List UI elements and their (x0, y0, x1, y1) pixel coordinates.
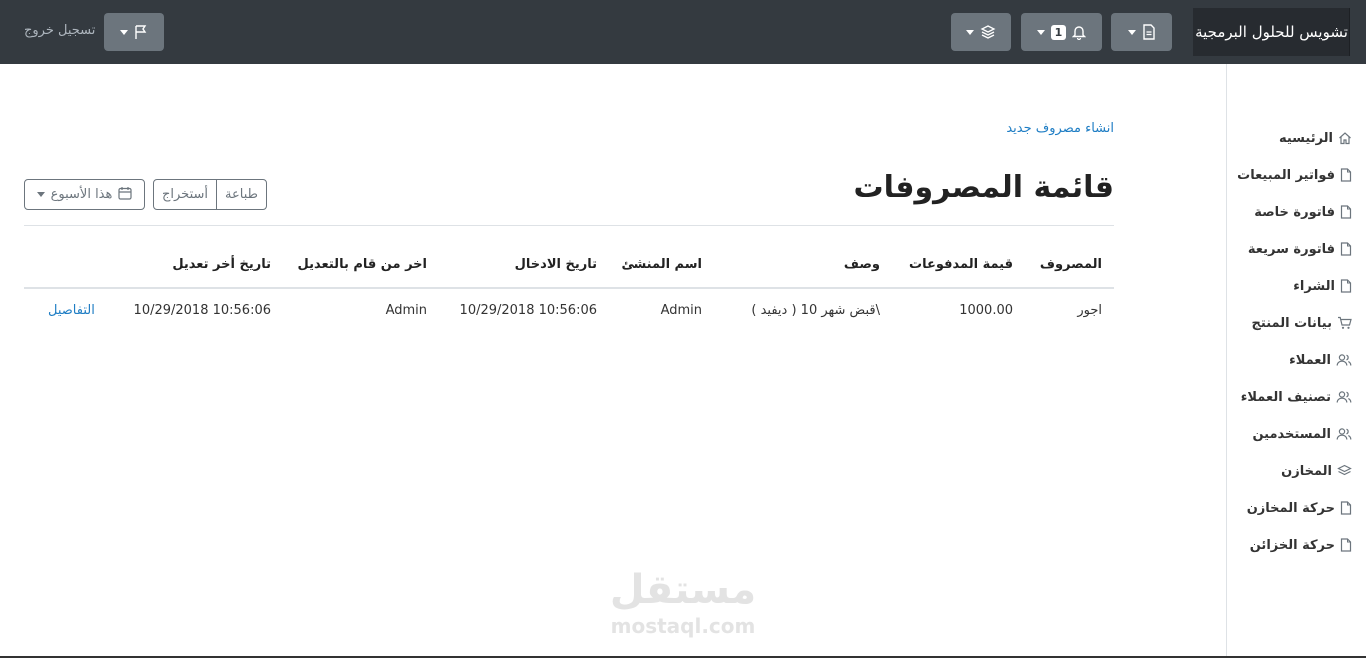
sidebar-item[interactable]: حركة الخزائن (1250, 535, 1352, 555)
sidebar-item[interactable]: تصنيف العملاء (1241, 387, 1352, 407)
sidebar-item-label: المخازن (1281, 463, 1332, 479)
sidebar-item-label: تصنيف العملاء (1240, 389, 1331, 405)
page-title: قائمة المصروفات (853, 170, 1114, 205)
documents-dropdown-button[interactable] (1111, 13, 1172, 51)
cell-creator: Admin (660, 303, 702, 318)
sidebar-item-label: فاتورة خاصة (1254, 204, 1335, 220)
sidebar-item[interactable]: المستخدمين (1252, 424, 1352, 444)
date-range-label: هذا الأسبوع (50, 187, 113, 202)
brand-name[interactable]: تشويس للحلول البرمجية (1193, 8, 1350, 56)
details-link[interactable]: التفاصيل (48, 303, 95, 318)
notifications-dropdown-button[interactable]: 1 (1021, 13, 1102, 51)
header-last-edit-date: تاريخ أخر تعديل (172, 257, 271, 272)
print-button[interactable]: طباعة (216, 180, 266, 209)
notification-count-badge: 1 (1050, 24, 1067, 40)
chevron-down-icon (1127, 29, 1136, 35)
sidebar-item[interactable]: بيانات المنتج (1252, 313, 1352, 333)
cell-description: قبض شهر 10 ( ديفيد )\ (751, 303, 880, 318)
cart-icon (1337, 316, 1352, 330)
header-description: وصف (843, 257, 880, 272)
chevron-down-icon (120, 29, 128, 35)
sidebar-item-label: حركة الخزائن (1249, 537, 1335, 553)
cell-last-edit-date: 10/29/2018 10:56:06 (133, 303, 271, 318)
layers-icon (980, 24, 996, 40)
cell-entry-date: 10/29/2018 10:56:06 (459, 303, 597, 318)
top-navbar: تشويس للحلول البرمجية 1 تسجيل خروج (0, 0, 1366, 64)
table-header-divider (24, 287, 1114, 289)
home-icon (1338, 131, 1352, 145)
chevron-down-icon (1036, 29, 1045, 35)
file-icon (1340, 538, 1352, 552)
sidebar-item[interactable]: العملاء (1289, 350, 1352, 370)
calendar-icon (118, 186, 132, 204)
sidebar-item-label: فواتير المبيعات (1237, 167, 1335, 183)
file-icon (1340, 242, 1352, 256)
chevron-down-icon (966, 29, 974, 35)
sidebar-item-label: العملاء (1289, 352, 1331, 368)
sidebar: الرئيسيه فواتير المبيعات فاتورة خاصة فاتورة… (1226, 64, 1366, 658)
sidebar-item-label: المستخدمين (1252, 426, 1331, 442)
header-last-editor: اخر من قام بالتعديل (297, 257, 427, 272)
file-icon (1340, 168, 1352, 182)
sidebar-item[interactable]: حركة المخازن (1247, 498, 1352, 518)
sidebar-item-label: بيانات المنتج (1251, 315, 1332, 331)
export-button[interactable]: أستخراج (154, 180, 216, 209)
layers-icon (1337, 464, 1352, 478)
sidebar-item-label: الرئيسيه (1278, 130, 1333, 146)
users-icon (1336, 353, 1352, 367)
file-icon (1340, 501, 1352, 515)
flag-dropdown-button[interactable] (104, 13, 164, 51)
bell-icon (1072, 24, 1087, 40)
cell-last-editor: Admin (385, 303, 427, 318)
sidebar-item-label: الشراء (1293, 278, 1335, 294)
logout-link[interactable]: تسجيل خروج (24, 23, 95, 38)
file-icon (1340, 205, 1352, 219)
cell-expense: اجور (1077, 303, 1102, 318)
users-icon (1336, 390, 1352, 404)
sidebar-item[interactable]: فواتير المبيعات (1237, 165, 1352, 185)
date-range-dropdown[interactable]: هذا الأسبوع (24, 179, 145, 210)
watermark-logo: مستقل mostaql.com (600, 565, 766, 637)
header-creator: اسم المنشئ (621, 257, 702, 272)
header-expense: المصروف (1039, 257, 1102, 272)
file-icon (1142, 24, 1156, 40)
print-export-button-group: أستخراج طباعة (153, 179, 267, 210)
watermark-latin: mostaql.com (610, 614, 756, 638)
cell-amount: 1000.00 (959, 303, 1013, 318)
users-icon (1336, 427, 1352, 441)
sidebar-item[interactable]: فاتورة سريعة (1248, 239, 1352, 259)
sidebar-item-label: فاتورة سريعة (1247, 241, 1335, 257)
create-expense-link[interactable]: انشاء مصروف جديد (1006, 121, 1114, 136)
sidebar-item[interactable]: المخازن (1281, 461, 1352, 481)
flag-icon (134, 24, 148, 40)
chevron-down-icon (36, 192, 45, 197)
sidebar-item[interactable]: فاتورة خاصة (1254, 202, 1352, 222)
file-icon (1340, 279, 1352, 293)
sidebar-item-label: حركة المخازن (1246, 500, 1335, 516)
sidebar-item[interactable]: الشراء (1293, 276, 1352, 296)
header-entry-date: تاريخ الادخال (514, 257, 597, 272)
title-divider (24, 225, 1114, 226)
watermark-arabic: مستقل (609, 567, 757, 613)
sidebar-item[interactable]: الرئيسيه (1279, 128, 1352, 148)
header-amount: قيمة المدفوعات (909, 257, 1013, 272)
layers-dropdown-button[interactable] (951, 13, 1011, 51)
